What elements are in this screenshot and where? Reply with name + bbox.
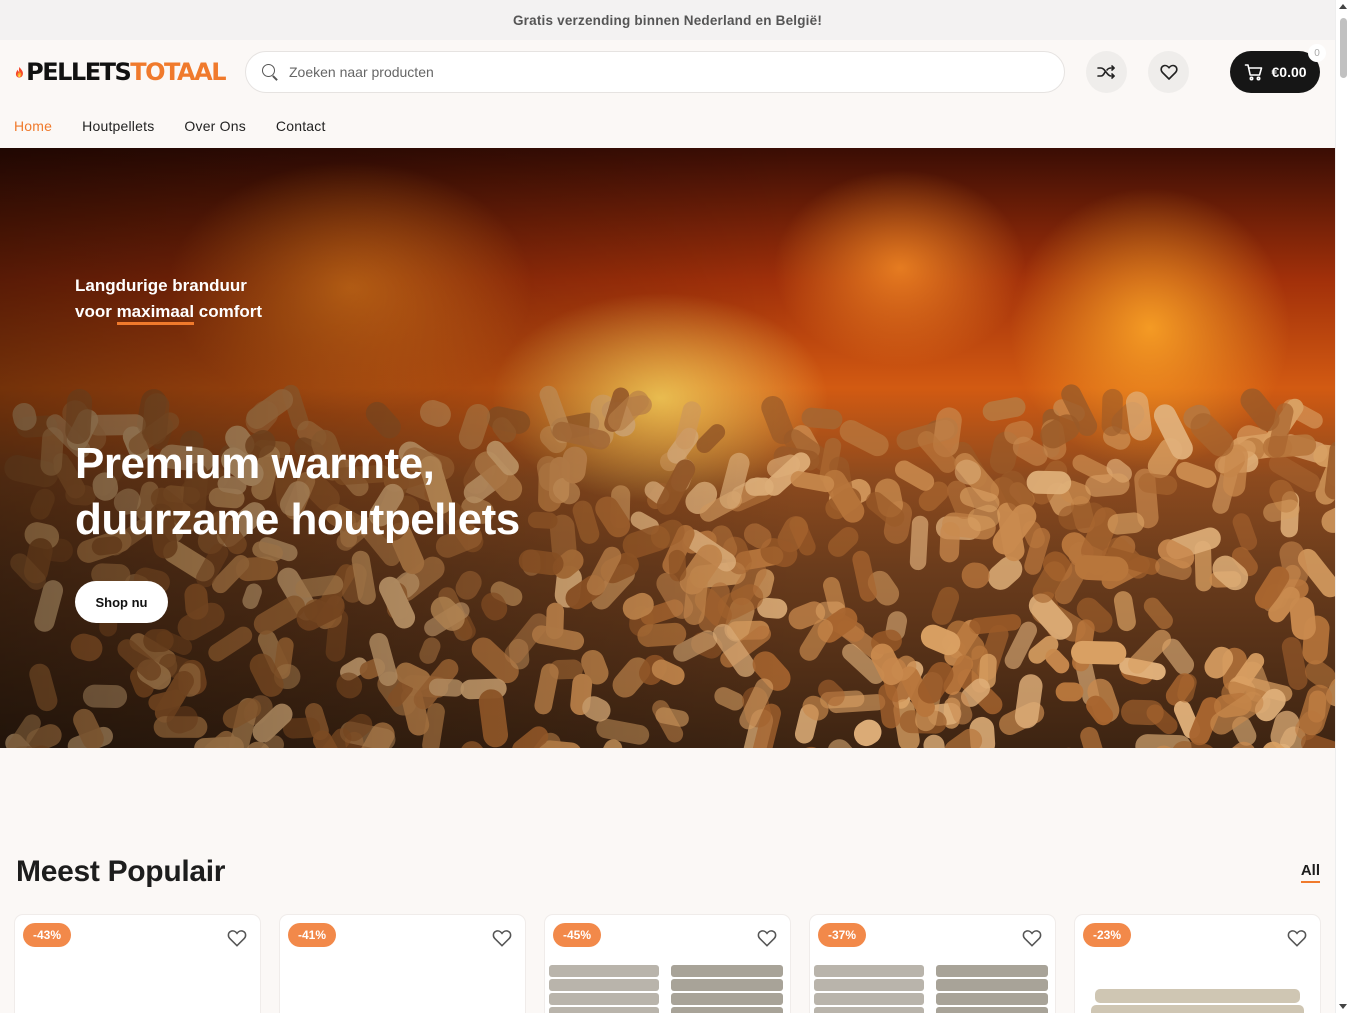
heart-icon[interactable] (1021, 927, 1043, 949)
heart-icon (1159, 64, 1178, 80)
scrollbar-thumb[interactable] (1340, 18, 1347, 78)
shop-now-button[interactable]: Shop nu (75, 581, 168, 623)
hero-subtitle-highlight: maximaal (116, 302, 195, 325)
search-bar[interactable] (245, 51, 1065, 93)
scroll-down-arrow-icon[interactable] (1339, 1004, 1347, 1009)
discount-badge: -37% (818, 923, 867, 947)
product-image (15, 955, 260, 1013)
cart-total: €0.00 (1271, 64, 1307, 80)
discount-badge: -43% (23, 923, 72, 947)
heart-icon[interactable] (491, 927, 513, 949)
shuffle-icon (1097, 65, 1116, 79)
cart-count-badge: 0 (1308, 44, 1326, 62)
heart-icon[interactable] (1286, 927, 1308, 949)
site-logo[interactable]: PELLETSTOTAAL (15, 52, 226, 92)
discount-badge: -41% (288, 923, 337, 947)
product-image (1091, 989, 1304, 1013)
search-icon[interactable] (261, 63, 279, 81)
search-input[interactable] (289, 64, 1049, 80)
product-card[interactable]: -43% (15, 915, 260, 1013)
announcement-bar: Gratis verzending binnen Nederland en Be… (0, 0, 1335, 40)
product-card[interactable]: -41% (280, 915, 525, 1013)
product-grid: -43% -41% -45% -37% -23% (15, 915, 1320, 1013)
header: PELLETSTOTAAL € (0, 40, 1335, 104)
compare-button[interactable] (1085, 51, 1127, 93)
product-card[interactable]: -37% (810, 915, 1055, 1013)
hero-banner: Langdurige branduur voor maximaal comfor… (0, 148, 1335, 748)
flame-icon (15, 66, 23, 78)
nav-item-over-ons[interactable]: Over Ons (184, 118, 246, 134)
announcement-text: Gratis verzending binnen Nederland en Be… (512, 12, 823, 28)
discount-badge: -45% (553, 923, 602, 947)
page: Gratis verzending binnen Nederland en Be… (0, 0, 1335, 1013)
section-title: Meest Populair (16, 855, 226, 888)
hero-subtitle: Langdurige branduur voor maximaal comfor… (75, 273, 262, 325)
cart-icon (1244, 64, 1262, 81)
heart-icon[interactable] (756, 927, 778, 949)
product-card[interactable]: -23% (1075, 915, 1320, 1013)
wishlist-button[interactable] (1148, 51, 1190, 93)
scroll-up-arrow-icon[interactable] (1339, 4, 1347, 9)
hero-title: Premium warmte, duurzame houtpellets (75, 439, 520, 544)
nav-item-contact[interactable]: Contact (276, 118, 326, 134)
product-card[interactable]: -45% (545, 915, 790, 1013)
nav-item-houtpellets[interactable]: Houtpellets (82, 118, 154, 134)
discount-badge: -23% (1083, 923, 1132, 947)
view-all-link[interactable]: All (1300, 862, 1320, 883)
cart-button[interactable]: €0.00 0 (1230, 44, 1326, 93)
product-image (549, 965, 783, 1013)
nav-item-home[interactable]: Home (14, 118, 52, 134)
scrollbar[interactable] (1335, 0, 1350, 1013)
logo-text: PELLETSTOTAAL (26, 58, 226, 86)
heart-icon[interactable] (226, 927, 248, 949)
popular-section-header: Meest Populair All (16, 855, 1320, 889)
main-nav: Home Houtpellets Over Ons Contact (0, 104, 1335, 148)
product-image (814, 965, 1048, 1013)
product-image (280, 955, 525, 1013)
